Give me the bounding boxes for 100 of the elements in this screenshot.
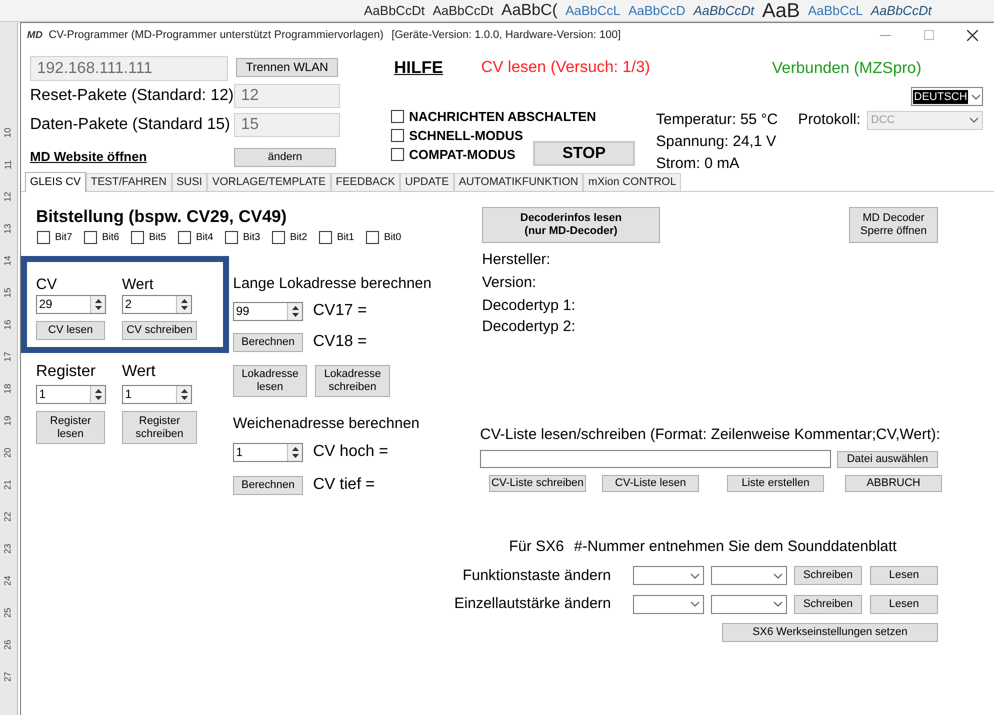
tab[interactable]: VORLAGE/TEMPLATE	[207, 173, 331, 191]
style-preview[interactable]: AaB	[762, 0, 800, 20]
bit-label: Bit3	[243, 231, 260, 245]
file-path-field[interactable]	[480, 450, 831, 468]
tab[interactable]: UPDATE	[400, 173, 454, 191]
close-icon[interactable]	[967, 30, 978, 40]
dropdown-caret-icon[interactable]	[773, 601, 783, 608]
register-button[interactable]: Register schreiben	[122, 411, 197, 444]
loco-address-button[interactable]: Lokadresse lesen	[233, 365, 307, 397]
style-preview[interactable]: AaBbCcDt	[432, 2, 494, 20]
checkbox[interactable]	[391, 110, 404, 123]
style-preview[interactable]: AaBbC(	[501, 2, 558, 20]
cv-list-button[interactable]: CV-Liste lesen	[602, 475, 699, 492]
spin-arrows-icon[interactable]	[180, 299, 188, 310]
checkbox[interactable]	[366, 231, 379, 244]
spin-field[interactable]: 99	[233, 302, 303, 320]
register-button[interactable]: Register lesen	[36, 411, 105, 444]
note-text: #-Nummer entnehmen Sie dem Sounddatenblatt	[574, 537, 897, 557]
spin-arrows-icon[interactable]	[180, 389, 188, 400]
style-preview[interactable]: AaBbCcD	[628, 2, 686, 20]
website-link[interactable]: MD Website öffnen	[30, 149, 147, 164]
tab[interactable]: GLEIS CV	[25, 172, 86, 192]
write-button[interactable]: Schreiben	[794, 594, 862, 614]
reading-text: Strom: 0 mA	[656, 154, 740, 174]
cv-list-button[interactable]: ABBRUCH	[845, 475, 942, 492]
reading-text: Temperatur: 55 °C	[656, 110, 779, 130]
section-heading: Lange Lokadresse berechnen	[233, 274, 432, 294]
style-preview[interactable]: AaBbCcL	[565, 2, 620, 20]
checkbox[interactable]	[84, 231, 97, 244]
bit-label: Bit0	[384, 231, 402, 245]
dropdown[interactable]	[633, 594, 704, 614]
write-button[interactable]: Schreiben	[794, 566, 862, 586]
dropdown[interactable]	[633, 566, 704, 586]
style-preview[interactable]: AaBbCcDt	[870, 2, 932, 20]
change-button[interactable]: ändern	[234, 148, 336, 166]
spin-arrows-icon[interactable]	[292, 446, 298, 458]
tab[interactable]: FEEDBACK	[330, 173, 400, 191]
calculate-button[interactable]: Berechnen	[233, 332, 303, 352]
ruler-number: 16	[2, 320, 14, 330]
checkbox[interactable]	[178, 231, 191, 244]
minimize-icon[interactable]	[880, 34, 891, 36]
field-label: Daten-Pakete (Standard 15)	[30, 115, 232, 135]
checkbox[interactable]	[319, 231, 332, 244]
bit-label: Bit4	[196, 231, 214, 245]
checkbox[interactable]	[37, 231, 50, 244]
spin-field[interactable]: 2	[122, 295, 192, 314]
section-heading: Bitstellung (bspw. CV29, CV49)	[36, 206, 288, 228]
spin-field[interactable]: 1	[233, 442, 303, 462]
spin-arrows-icon[interactable]	[94, 299, 102, 310]
packet-count-field[interactable]: 12	[234, 84, 340, 108]
cv-list-button[interactable]: Liste erstellen	[727, 475, 824, 492]
read-button[interactable]: Lesen	[870, 566, 938, 586]
ruler-number: 19	[2, 416, 14, 426]
help-link[interactable]: HILFE	[394, 55, 444, 81]
spin-field[interactable]: 1	[36, 385, 106, 404]
ruler-number: 13	[2, 224, 14, 234]
style-preview[interactable]: AaBbCcL	[808, 2, 863, 20]
tab[interactable]: SUSI	[172, 173, 208, 191]
checkbox[interactable]	[272, 231, 285, 244]
language-dropdown[interactable]: DEUTSCH	[911, 87, 983, 106]
spin-arrows-icon[interactable]	[292, 306, 298, 316]
section-heading: CV-Liste lesen/schreiben (Format: Zeilenweise Kommentar;CV,Wert):	[480, 426, 938, 444]
style-preview[interactable]: AaBbCcDt	[693, 2, 754, 20]
checkbox[interactable]	[391, 148, 404, 161]
spin-field[interactable]: 29	[36, 295, 106, 314]
ruler-number: 17	[2, 352, 14, 362]
unlock-button[interactable]: MD Decoder Sperre öffnen	[849, 207, 938, 243]
dropdown-caret-icon[interactable]	[773, 572, 783, 579]
field-label: Register	[36, 362, 97, 382]
checkbox[interactable]	[131, 231, 144, 244]
field-label: CV	[36, 276, 58, 294]
disconnect-button[interactable]: Trennen WLAN	[236, 58, 338, 77]
stop-button[interactable]: STOP	[533, 141, 635, 166]
calculate-button[interactable]: Berechnen	[233, 476, 303, 494]
spin-field[interactable]: 1	[122, 385, 192, 404]
dropdown[interactable]	[711, 594, 787, 614]
ruler-number: 26	[2, 640, 14, 650]
dropdown[interactable]	[711, 566, 787, 586]
decoder-info-button[interactable]: Decoderinfos lesen (nur MD-Decoder)	[482, 207, 660, 243]
style-preview[interactable]: AaBbCcDt	[364, 2, 425, 20]
dropdown-caret-icon[interactable]	[971, 94, 981, 100]
checkbox[interactable]	[391, 129, 404, 142]
ip-address-field[interactable]: 192.168.111.111	[30, 56, 228, 81]
tab[interactable]: TEST/FAHREN	[86, 173, 172, 191]
choose-file-button[interactable]: Datei auswählen	[837, 450, 938, 468]
read-button[interactable]: Lesen	[870, 594, 938, 614]
dropdown-caret-icon[interactable]	[690, 601, 700, 608]
cv-button[interactable]: CV lesen	[36, 321, 105, 340]
factory-reset-button[interactable]: SX6 Werkseinstellungen setzen	[722, 622, 938, 642]
checkbox[interactable]	[225, 231, 238, 244]
info-label: Decodertyp 2:	[482, 317, 576, 336]
spin-arrows-icon[interactable]	[94, 389, 102, 400]
loco-address-button[interactable]: Lokadresse schreiben	[315, 365, 390, 397]
dropdown-caret-icon[interactable]	[690, 572, 700, 579]
packet-count-field[interactable]: 15	[234, 113, 340, 137]
ruler-number: 20	[2, 448, 14, 458]
cv-button[interactable]: CV schreiben	[122, 321, 197, 340]
cv-list-button[interactable]: CV-Liste schreiben	[489, 475, 586, 492]
tab[interactable]: mXion CONTROL	[583, 173, 682, 191]
tab[interactable]: AUTOMATIKFUNKTION	[454, 173, 584, 191]
